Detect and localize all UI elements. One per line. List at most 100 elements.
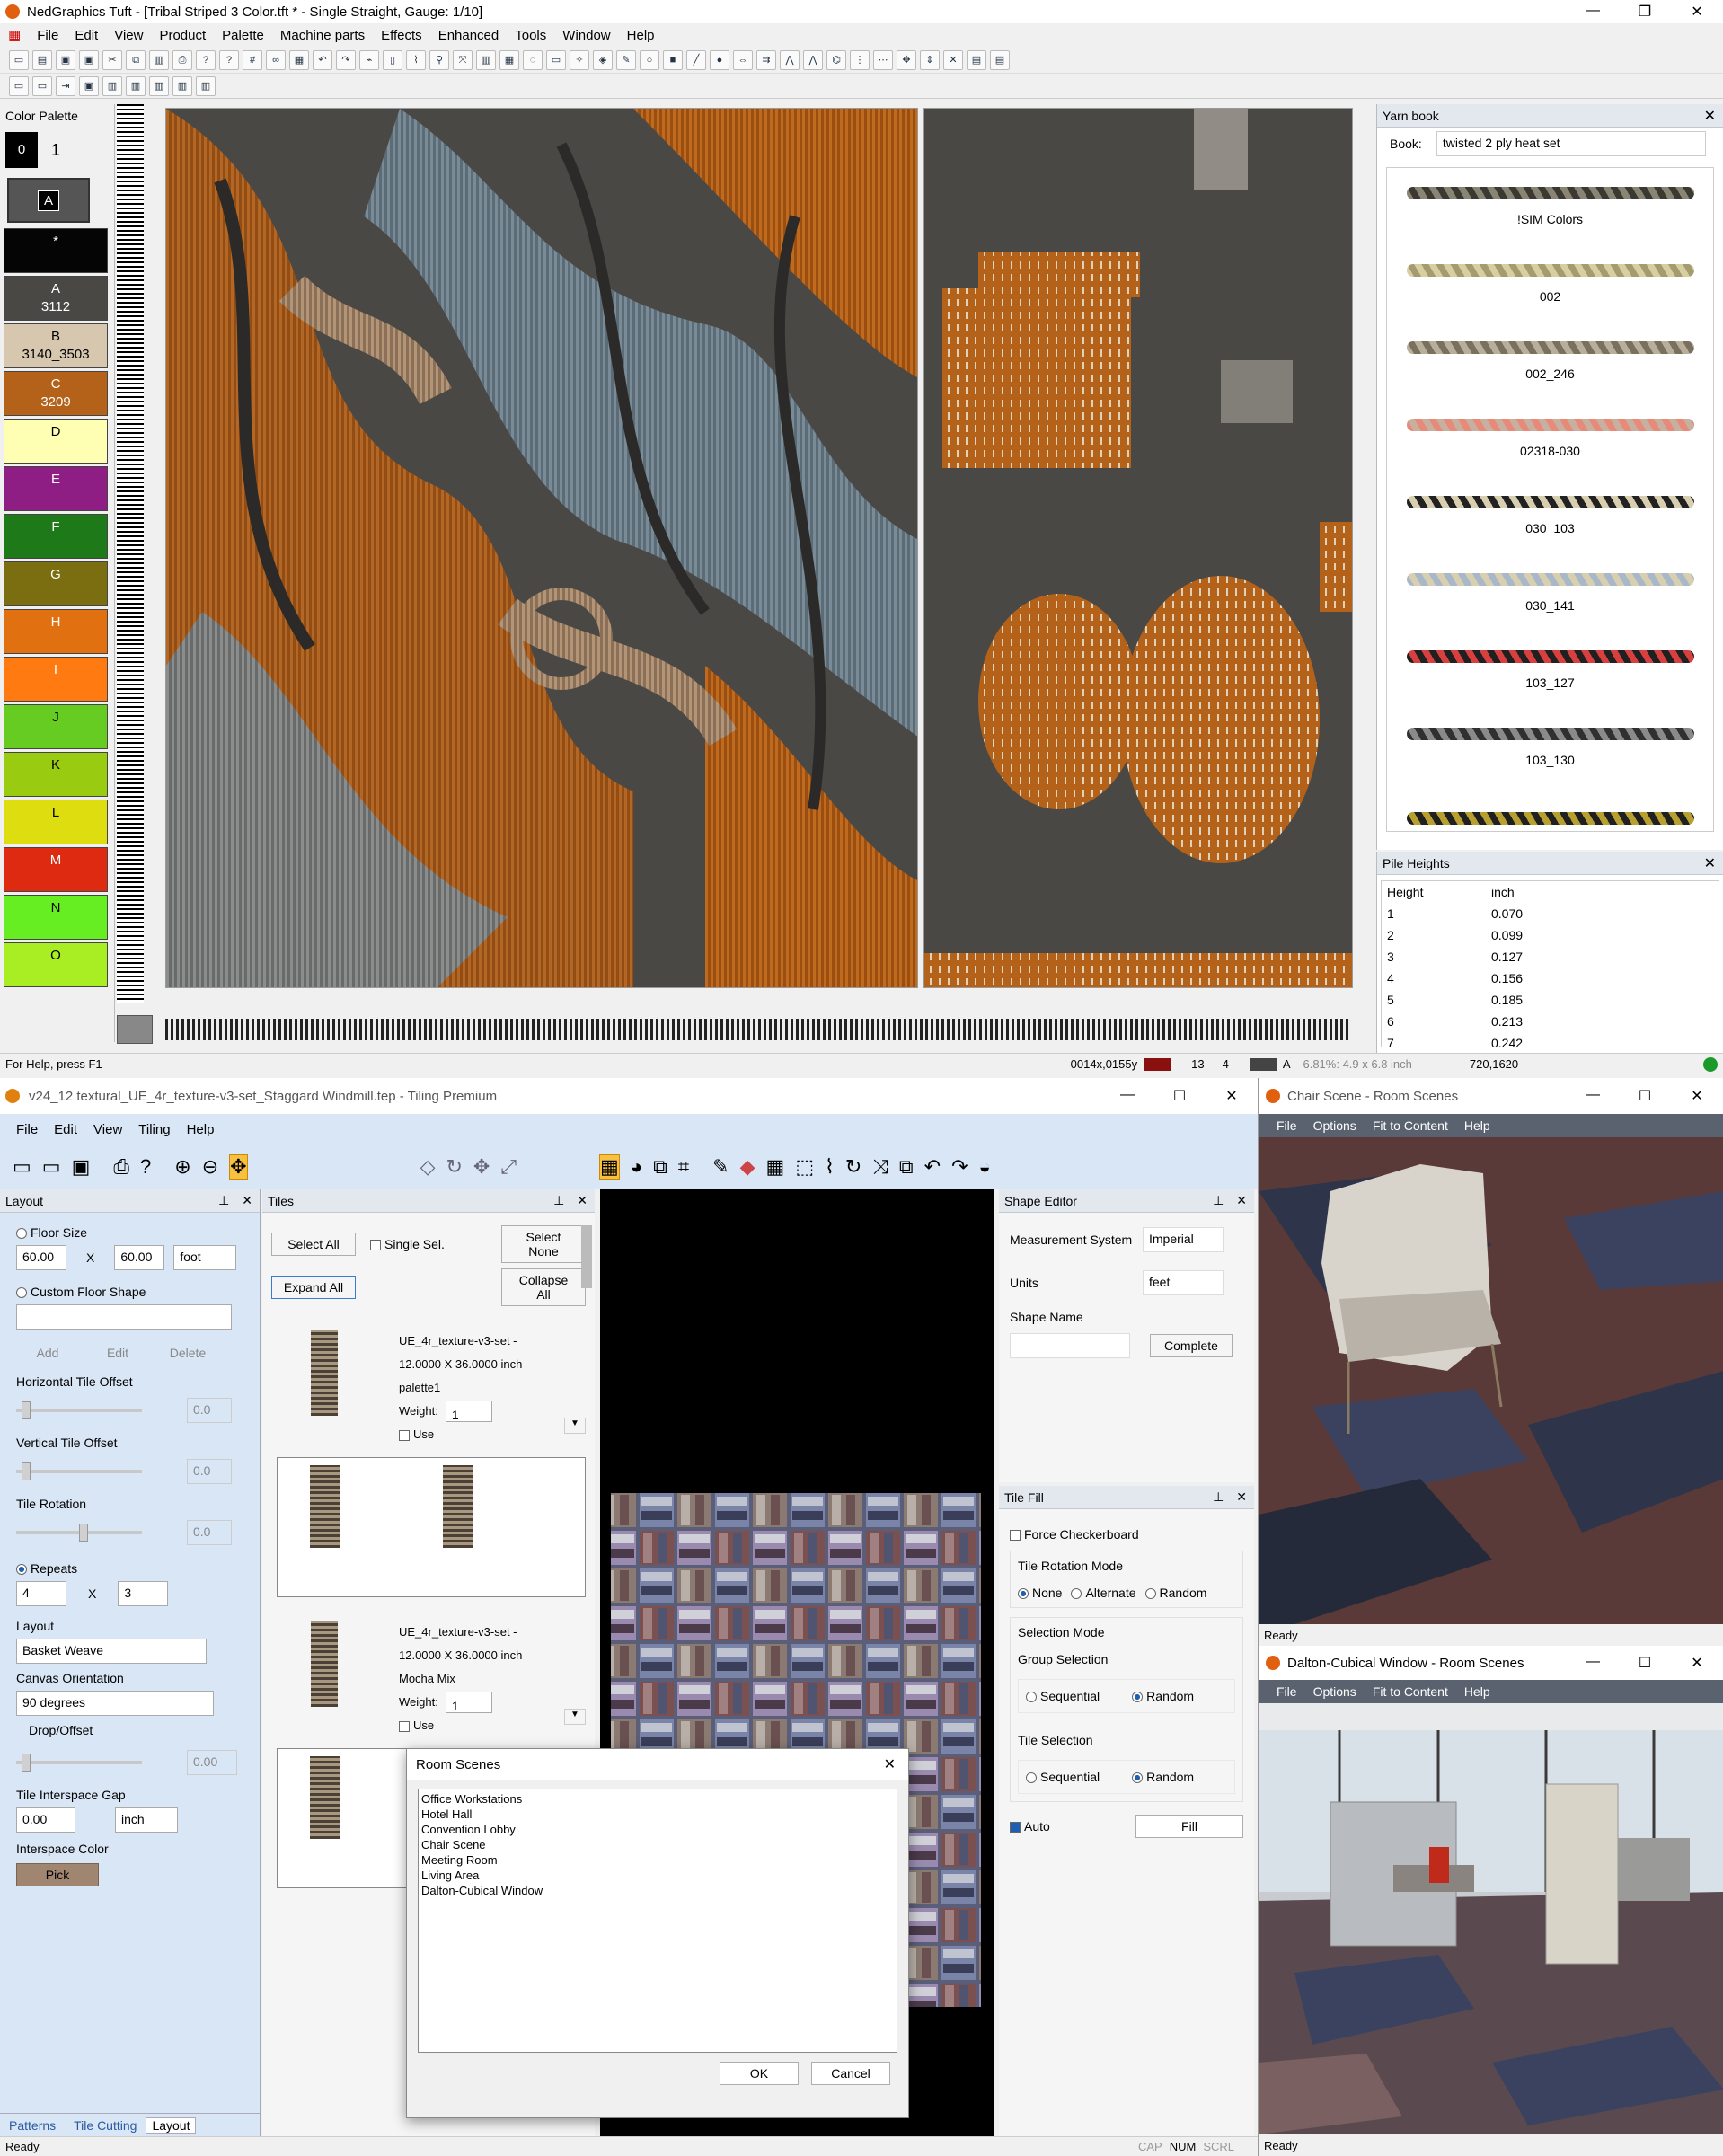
tab-layout[interactable]: Layout [146, 2116, 197, 2134]
menu-file[interactable]: File [29, 28, 66, 43]
menu-help[interactable]: Help [619, 28, 663, 43]
undo-icon[interactable]: ↶ [924, 1155, 941, 1179]
page-icon[interactable]: ▭ [9, 75, 29, 96]
maximize-button[interactable]: ☐ [1153, 1087, 1206, 1105]
rotation-value[interactable]: 0.0 [187, 1520, 232, 1545]
floor-unit-select[interactable]: foot [173, 1245, 237, 1270]
tab-patterns[interactable]: Patterns [0, 2118, 65, 2133]
move-icon[interactable]: ✥ [897, 49, 916, 70]
fill-icon[interactable]: ◈ [593, 49, 613, 70]
send-icon[interactable]: ⇥ [56, 75, 75, 96]
palette-swatch[interactable]: A 3112 [4, 276, 108, 321]
custom-shape-select[interactable] [16, 1304, 232, 1330]
book-select[interactable]: twisted 2 ply heat set [1436, 131, 1706, 156]
help-icon[interactable]: ? [196, 49, 216, 70]
add-button[interactable]: Add [16, 1342, 79, 1364]
chair-scene-render[interactable] [1259, 1137, 1723, 1624]
copy-icon[interactable]: ⧉ [126, 49, 146, 70]
minimize-button[interactable]: — [1567, 1087, 1619, 1105]
measurement-select[interactable]: Imperial [1143, 1227, 1224, 1252]
palette-swatch[interactable]: L [4, 800, 108, 844]
menu-help[interactable]: Help [1456, 1684, 1498, 1699]
minimize-button[interactable]: — [1567, 1654, 1619, 1672]
ellipse-icon[interactable]: ○ [640, 49, 659, 70]
circle-fill-icon[interactable]: ● [710, 49, 729, 70]
palette-swatch[interactable]: I [4, 657, 108, 702]
h-offset-slider[interactable] [16, 1401, 142, 1419]
close-button[interactable]: ✕ [1671, 3, 1723, 21]
menu-product[interactable]: Product [151, 28, 214, 43]
shape-name-input[interactable] [1010, 1333, 1130, 1358]
menu-options[interactable]: Options [1305, 1118, 1365, 1133]
redo-icon[interactable]: ↷ [951, 1155, 968, 1179]
open-icon[interactable]: ▭ [42, 1155, 61, 1179]
tool-d-icon[interactable]: ⤧ [453, 49, 473, 70]
pick-color-button[interactable]: Pick [16, 1863, 99, 1886]
palette-swatch[interactable]: C 3209 [4, 371, 108, 416]
close-icon[interactable]: ✕ [1704, 854, 1716, 872]
tool-slot-0[interactable]: 0 [5, 132, 38, 168]
v-offset-value[interactable]: 0.0 [187, 1459, 232, 1484]
palette-swatch[interactable]: D [4, 419, 108, 464]
close-icon[interactable]: ✕ [1236, 1489, 1247, 1505]
crop-icon[interactable]: ⌗ [678, 1155, 689, 1179]
image-icon[interactable]: ▦ [289, 49, 309, 70]
dalton-scene-render[interactable] [1259, 1703, 1723, 2134]
auto-checkbox[interactable] [1010, 1822, 1021, 1833]
tile-use-checkbox[interactable] [399, 1720, 410, 1732]
tool-e-icon[interactable]: ▥ [476, 49, 496, 70]
close-button[interactable]: ✕ [1671, 1087, 1723, 1105]
complete-button[interactable]: Complete [1150, 1334, 1233, 1357]
yarn-item[interactable]: 103_127 [1387, 632, 1713, 709]
tool-slot-1[interactable]: 1 [38, 132, 74, 168]
menu-edit[interactable]: Edit [46, 1122, 85, 1137]
zoom-icon[interactable]: ⚲ [429, 49, 449, 70]
group-random-radio[interactable] [1132, 1692, 1144, 1703]
palette-swatch[interactable]: N [4, 895, 108, 940]
tool-a-icon[interactable]: ⌁ [359, 49, 379, 70]
tool-f-icon[interactable]: ▦ [499, 49, 519, 70]
tile-weight-input[interactable]: 1 [445, 1401, 492, 1422]
tile-card[interactable]: UE_4r_texture-v3-set - 12.0000 X 36.0000 … [277, 1322, 586, 1457]
minimize-button[interactable]: — [1567, 3, 1619, 21]
yarn-item[interactable]: 030_103 [1387, 477, 1713, 554]
custom-shape-radio[interactable] [16, 1287, 27, 1299]
menu-options[interactable]: Options [1305, 1684, 1365, 1699]
repeats-radio[interactable] [16, 1564, 27, 1576]
undo-icon[interactable]: ↶ [313, 49, 332, 70]
magic-wand-icon[interactable]: ✧ [570, 49, 589, 70]
yarn-item[interactable]: 030_141 [1387, 554, 1713, 632]
floor-height-input[interactable]: 60.00 [114, 1245, 165, 1270]
tool-h-icon[interactable]: ⋀ [803, 49, 823, 70]
tile-expand-button[interactable]: ▼ [564, 1709, 586, 1725]
rotation-random-radio[interactable] [1144, 1588, 1156, 1600]
rectangle-icon[interactable]: ■ [663, 49, 683, 70]
lasso-icon[interactable]: ◌ [523, 49, 543, 70]
select-all-button[interactable]: Select All [271, 1233, 356, 1256]
close-icon[interactable]: ✕ [1236, 1193, 1247, 1208]
rect-select-icon[interactable]: ▭ [546, 49, 566, 70]
fill-button[interactable]: Fill [1135, 1815, 1243, 1838]
delete-button[interactable]: Delete [156, 1342, 219, 1364]
menu-fit-to-content[interactable]: Fit to Content [1365, 1118, 1456, 1133]
zoom-in-icon[interactable]: ⊕ [174, 1155, 190, 1179]
menu-effects[interactable]: Effects [373, 28, 430, 43]
pile-row[interactable]: 3 0.127 [1382, 946, 1719, 968]
pile-row[interactable]: 2 0.099 [1382, 924, 1719, 946]
machine-3-icon[interactable]: ▥ [149, 75, 169, 96]
ok-button[interactable]: OK [720, 2062, 799, 2085]
tile-random-radio[interactable] [1132, 1772, 1144, 1784]
split-icon[interactable]: ⇕ [920, 49, 940, 70]
palette-swatch[interactable]: M [4, 847, 108, 892]
tile-expand-button[interactable]: ▼ [564, 1418, 586, 1434]
layout-type-select[interactable]: Basket Weave [16, 1639, 207, 1664]
menu-view[interactable]: View [85, 1122, 130, 1137]
group-sequential-radio[interactable] [1026, 1692, 1037, 1703]
palette-swatch[interactable]: H [4, 609, 108, 654]
room-scene-item[interactable]: Meeting Room [421, 1852, 894, 1868]
maximize-button[interactable]: ❐ [1619, 3, 1671, 21]
machine-2-icon[interactable]: ▥ [126, 75, 146, 96]
room-scene-item[interactable]: Chair Scene [421, 1837, 894, 1852]
tile-sequential-radio[interactable] [1026, 1772, 1037, 1784]
new-icon[interactable]: ▭ [13, 1155, 31, 1179]
